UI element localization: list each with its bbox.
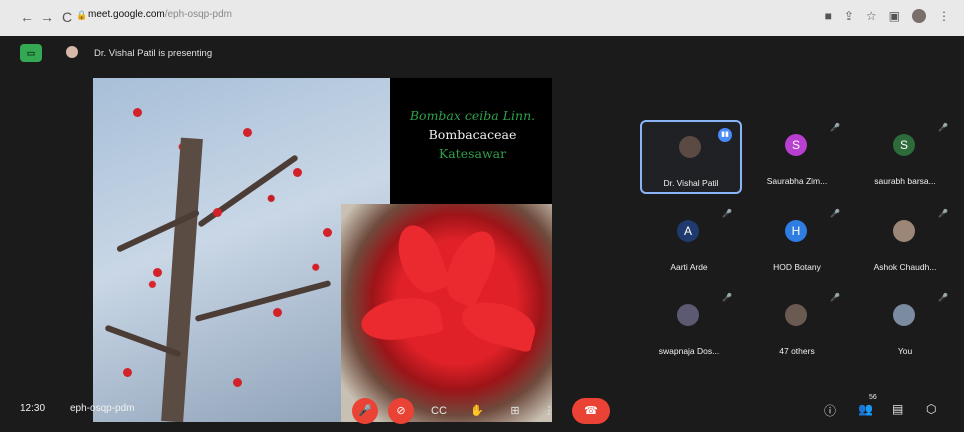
mic-muted-icon: 🎤 (830, 209, 840, 218)
info-icon[interactable]: ⓘ (824, 402, 836, 419)
participant-tile[interactable]: ▮▮ Dr. Vishal Patil (640, 120, 742, 194)
people-icon[interactable]: 👥 (858, 402, 873, 416)
address-bar[interactable]: meet.google.com/eph-osqp-pdm (88, 9, 232, 20)
menu-kebab-icon[interactable]: ⋮ (938, 9, 950, 23)
participant-tile[interactable]: 🎤 You (856, 290, 954, 360)
participant-name: Ashok Chaudh... (873, 262, 937, 272)
participant-avatar (677, 304, 699, 326)
blossom (293, 168, 302, 177)
participant-avatar: H (785, 220, 807, 242)
participant-avatar (893, 304, 915, 326)
mic-muted-icon: 🎤 (938, 293, 948, 302)
end-call-button[interactable]: ☎ (572, 398, 610, 424)
blossom (133, 108, 142, 117)
sidepanel-icon[interactable]: ▣ (889, 9, 900, 23)
back-button[interactable]: ← (18, 8, 36, 26)
more-options-button[interactable]: ⋮ (536, 398, 562, 424)
participant-avatar (893, 220, 915, 242)
people-count: 56 (869, 394, 877, 401)
participant-name: swapnaja Dos... (658, 346, 720, 356)
participant-name: HOD Botany (773, 262, 821, 272)
participant-tile[interactable]: 🎤 47 others (748, 290, 846, 360)
participant-tile[interactable]: H 🎤 HOD Botany (748, 206, 846, 276)
presenter-avatar (66, 46, 78, 58)
browser-toolbar: ← → C 🔒 meet.google.com/eph-osqp-pdm ■ ⇪… (0, 0, 964, 37)
mic-muted-icon: 🎤 (830, 123, 840, 132)
local-name: Katesawar (438, 146, 507, 161)
blossom (323, 228, 332, 237)
author-abbrev: Linn. (502, 108, 536, 123)
participant-name: 47 others (779, 346, 815, 356)
speaking-indicator-icon: ▮▮ (718, 128, 732, 142)
participant-avatar: S (893, 134, 915, 156)
reload-button[interactable]: C (58, 8, 76, 26)
participant-avatar (679, 136, 701, 158)
participant-tile[interactable]: S 🎤 Saurabha Zim... (748, 120, 846, 190)
blossom (123, 368, 132, 377)
petal (358, 292, 444, 346)
chat-icon[interactable]: ▤ (892, 402, 903, 416)
petal (437, 224, 505, 309)
participant-avatar (785, 304, 807, 326)
flower-photo (341, 204, 552, 422)
captions-button[interactable]: CC (426, 398, 452, 424)
tree-trunk (161, 137, 203, 422)
petal (390, 219, 452, 299)
profile-avatar[interactable] (912, 9, 926, 23)
mic-muted-icon: 🎤 (830, 293, 840, 302)
blossom (243, 128, 252, 137)
participant-name: Aarti Arde (670, 262, 708, 272)
mic-muted-icon: 🎤 (722, 293, 732, 302)
activities-icon[interactable]: ⬡ (926, 402, 936, 416)
meeting-code: eph-osqp-pdm (70, 403, 135, 414)
shared-slide: Bombax ceiba Linn. Bombacaceae Katesawar (93, 78, 552, 422)
participant-name: Dr. Vishal Patil (663, 178, 719, 188)
presenting-label: Dr. Vishal Patil is presenting (94, 48, 213, 59)
bottom-bar: 12:30 eph-osqp-pdm 🎤 ⊘ CC ✋ ⊞ ⋮ ☎ ⓘ 👥 56… (0, 392, 964, 432)
present-button[interactable]: ⊞ (502, 398, 528, 424)
clock: 12:30 (20, 403, 46, 414)
slide-caption: Bombax ceiba Linn. Bombacaceae Katesawar (393, 106, 552, 163)
participant-avatar: A (677, 220, 699, 242)
raise-hand-button[interactable]: ✋ (464, 398, 490, 424)
participant-tile[interactable]: A 🎤 Aarti Arde (640, 206, 738, 276)
participant-avatar: S (785, 134, 807, 156)
mic-muted-icon: 🎤 (938, 209, 948, 218)
share-icon[interactable]: ⇪ (844, 9, 854, 23)
forward-button[interactable]: → (38, 8, 56, 26)
participant-tile[interactable]: 🎤 swapnaja Dos... (640, 290, 738, 360)
mic-muted-icon: 🎤 (722, 209, 732, 218)
camera-off-button[interactable]: ⊘ (388, 398, 414, 424)
participant-tile[interactable]: 🎤 Ashok Chaudh... (856, 206, 954, 276)
participant-name: saurabh barsa... (874, 176, 936, 186)
bookmark-star-icon[interactable]: ☆ (866, 9, 877, 23)
blossom (233, 378, 242, 387)
branch (197, 154, 299, 228)
meet-stage: ▭ Dr. Vishal Patil is presenting Bombax … (0, 36, 964, 432)
lock-icon: 🔒 (76, 10, 88, 20)
participant-name: Saurabha Zim... (766, 176, 828, 186)
camera-icon[interactable]: ■ (825, 9, 832, 23)
blossom (213, 208, 222, 217)
latin-name: Bombax ceiba (409, 108, 499, 123)
blossom (273, 308, 282, 317)
present-screen-icon: ▭ (20, 44, 42, 62)
participant-tile[interactable]: S 🎤 saurabh barsa... (856, 120, 954, 190)
browser-actions: ■ ⇪ ☆ ▣ ⋮ (825, 9, 950, 23)
family-name: Bombacaceae (428, 127, 517, 142)
participant-name: You (897, 346, 913, 356)
branch (194, 279, 332, 323)
mic-muted-icon: 🎤 (938, 123, 948, 132)
mic-off-button[interactable]: 🎤 (352, 398, 378, 424)
blossom (153, 268, 162, 277)
